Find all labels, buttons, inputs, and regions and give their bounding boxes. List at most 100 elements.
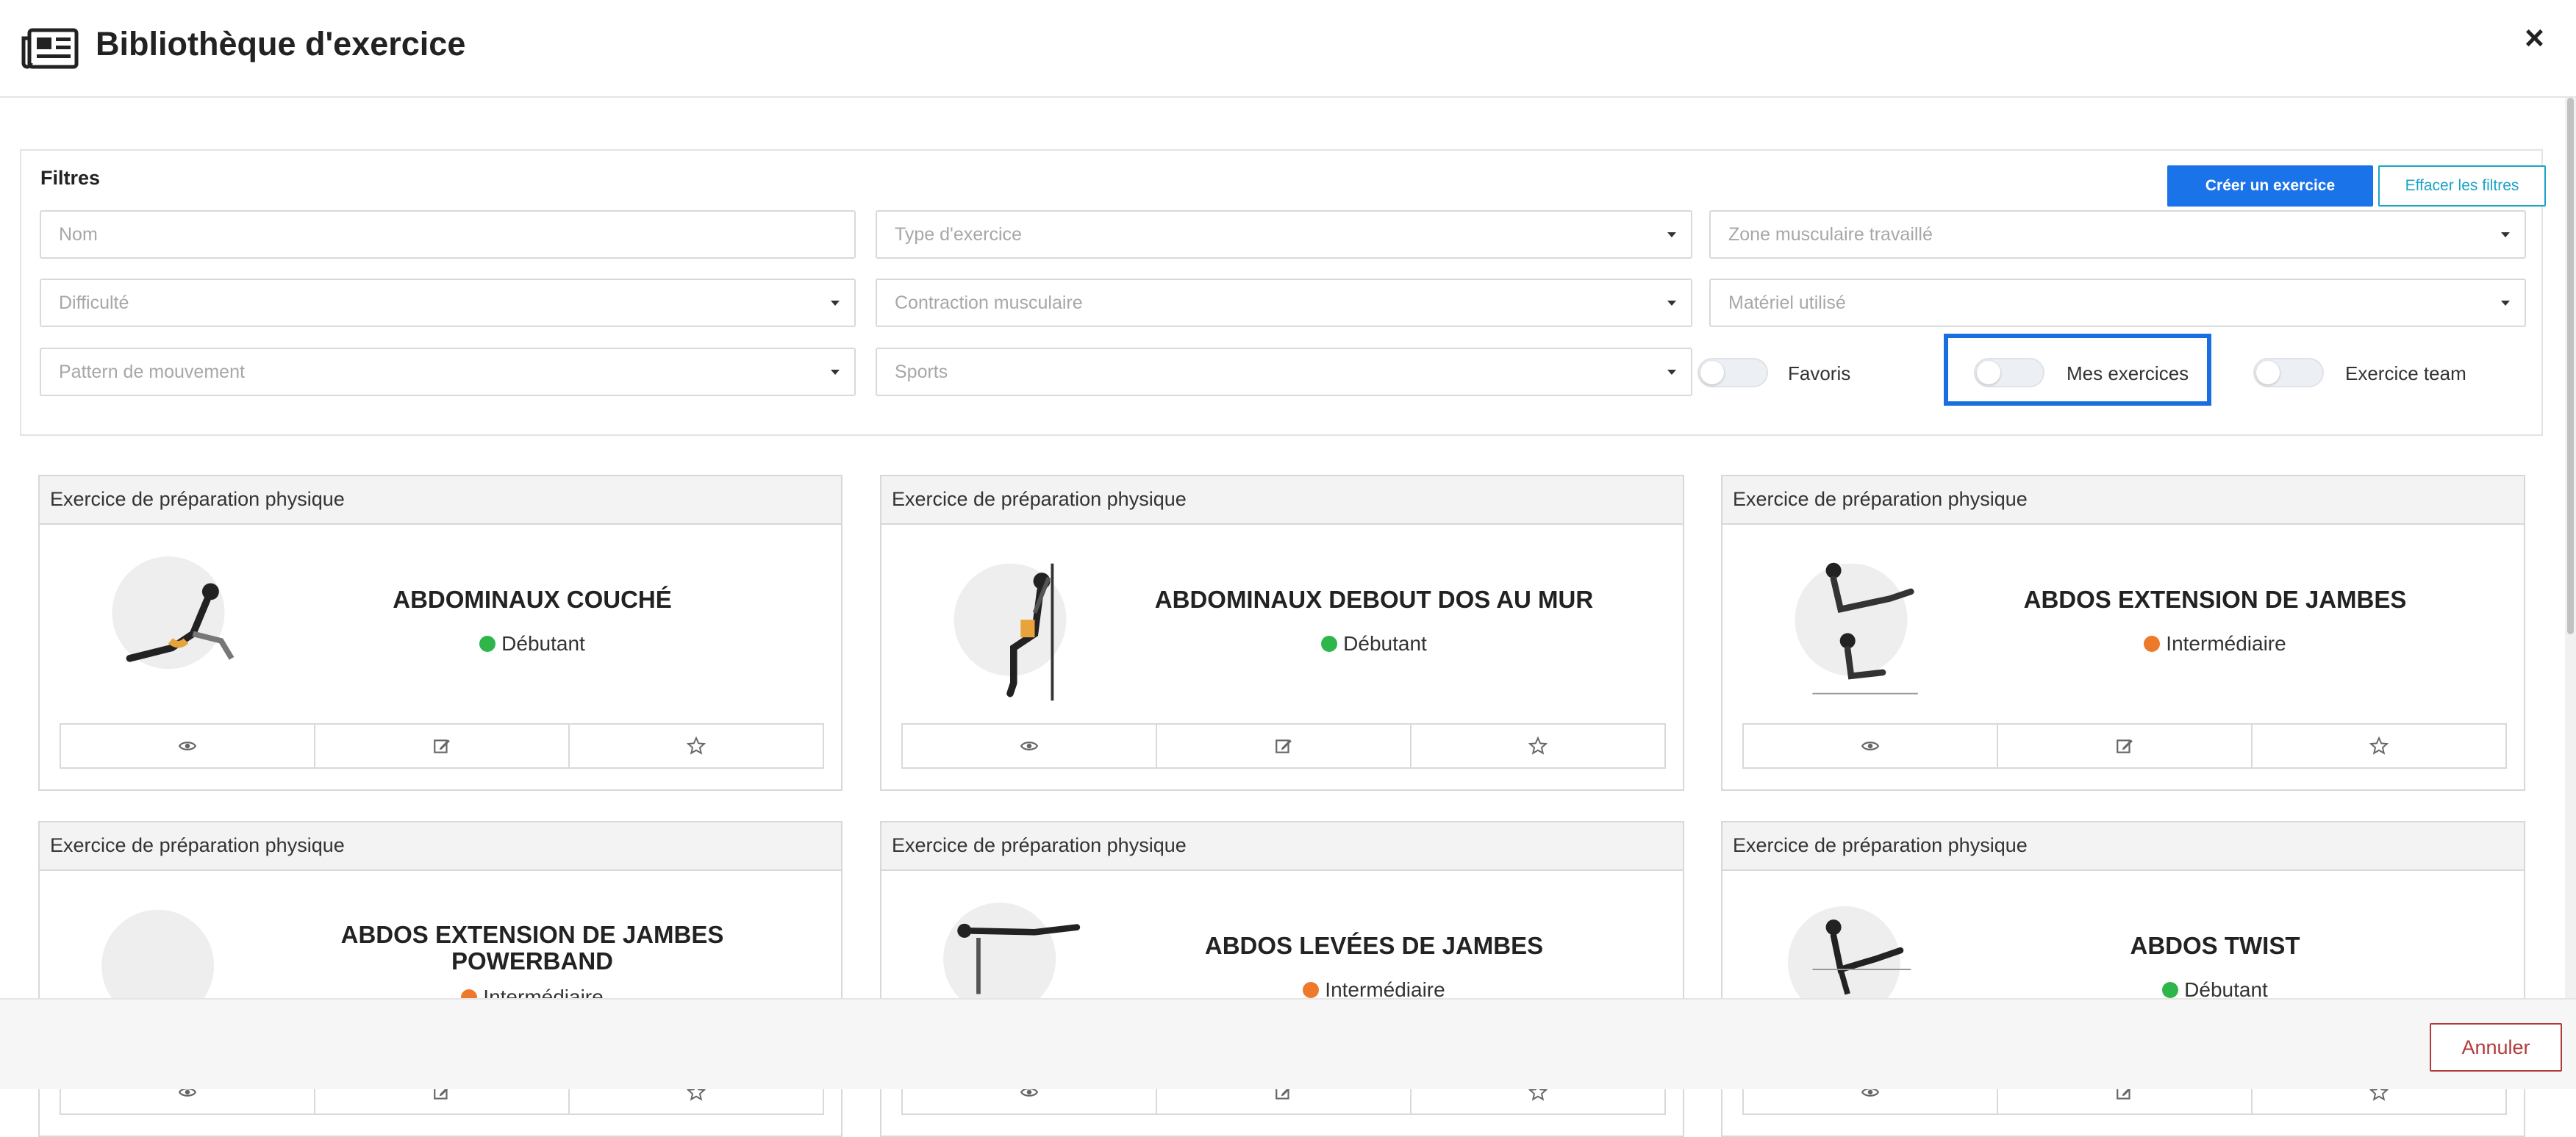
- exercise-name: ABDOS LEVÉES DE JAMBES: [1204, 932, 1544, 959]
- difficulty-dot: [1321, 636, 1338, 652]
- equipment-placeholder: Matériel utilisé: [1728, 293, 1846, 313]
- card-action-star-button[interactable]: [1410, 723, 1666, 769]
- movement-pattern-placeholder: Pattern de mouvement: [59, 362, 245, 382]
- close-icon[interactable]: ×: [2525, 21, 2544, 54]
- exercise-type-select[interactable]: Type d'exercice: [876, 210, 1692, 259]
- exercise-name: ABDOMINAUX COUCHÉ: [393, 586, 672, 613]
- chevron-down-icon: [2501, 301, 2510, 306]
- card-actions: [60, 723, 824, 769]
- modal-header: Bibliothèque d'exercice ×: [0, 0, 2576, 98]
- exercise-type-label: Exercice de préparation physique: [892, 834, 1187, 856]
- name-input[interactable]: [59, 212, 791, 257]
- exercice-team-toggle[interactable]: [2253, 358, 2324, 387]
- favoris-toggle[interactable]: [1697, 358, 1768, 387]
- card-action-edit-button[interactable]: [1997, 723, 2253, 769]
- card-actions: [1742, 723, 2507, 769]
- card-action-edit-button[interactable]: [314, 723, 570, 769]
- edit-icon: [2117, 739, 2133, 753]
- difficulty-label: Intermédiaire: [2166, 632, 2286, 655]
- edit-icon: [434, 739, 450, 753]
- star-icon: [1528, 736, 1548, 755]
- exercise-card: Exercice de préparation physique ABDOS EX…: [38, 821, 842, 1137]
- exercise-type-label: Exercice de préparation physique: [50, 834, 345, 856]
- filters-title: Filtres: [40, 167, 101, 189]
- cancel-button[interactable]: Annuler: [2430, 1023, 2562, 1072]
- difficulty-dot: [1303, 982, 1320, 998]
- difficulty-placeholder: Difficulté: [59, 293, 129, 313]
- card-action-eye-button[interactable]: [901, 723, 1157, 769]
- contraction-select[interactable]: Contraction musculaire: [876, 279, 1692, 327]
- edit-icon: [1276, 739, 1292, 753]
- card-action-star-button[interactable]: [568, 723, 824, 769]
- exercise-name: ABDOMINAUX DEBOUT DOS AU MUR: [1154, 586, 1594, 613]
- card-header: Exercice de préparation physique: [881, 476, 1683, 525]
- sports-select[interactable]: Sports: [876, 348, 1692, 396]
- modal-title: Bibliothèque d'exercice: [96, 25, 466, 62]
- highlight-box: [1944, 334, 2211, 406]
- card-action-edit-button[interactable]: [1156, 723, 1412, 769]
- eye-icon: [1861, 742, 1880, 750]
- card-action-star-button[interactable]: [2251, 723, 2507, 769]
- difficulty-label: Débutant: [1343, 632, 1427, 655]
- sports-placeholder: Sports: [895, 362, 948, 382]
- exercise-card: Exercice de préparation physique ABDOMINA…: [38, 475, 842, 791]
- muscle-zone-placeholder: Zone musculaire travaillé: [1728, 224, 1933, 245]
- difficulty-label: Débutant: [501, 632, 585, 655]
- exercise-type-label: Exercice de préparation physique: [50, 488, 345, 510]
- card-header: Exercice de préparation physique: [40, 476, 841, 525]
- exercise-card: Exercice de préparation physique ABDOMINA…: [880, 475, 1684, 791]
- card-header: Exercice de préparation physique: [881, 822, 1683, 871]
- exercise-illustration: [112, 556, 235, 670]
- exercise-type-label: Exercice de préparation physique: [892, 488, 1187, 510]
- favoris-label: Favoris: [1788, 362, 1851, 384]
- exercise-name: ABDOS EXTENSION DE JAMBES POWERBAND: [340, 921, 724, 975]
- name-field[interactable]: [40, 210, 856, 259]
- chevron-down-icon: [831, 370, 840, 375]
- modal-footer: Annuler: [0, 998, 2576, 1089]
- card-action-eye-button[interactable]: [1742, 723, 1998, 769]
- toggle-knob: [1700, 361, 1724, 384]
- exercise-illustration: [954, 563, 1067, 701]
- difficulty-badge: Intermédiaire: [1943, 632, 2487, 656]
- chevron-down-icon: [1667, 370, 1676, 375]
- difficulty-badge: Débutant: [260, 632, 804, 656]
- exercise-illustration: [1795, 562, 1918, 695]
- exercise-card: Exercice de préparation physique ABDOS TW…: [1721, 821, 2525, 1137]
- contraction-placeholder: Contraction musculaire: [895, 293, 1083, 313]
- newspaper-icon: [21, 28, 79, 69]
- card-header: Exercice de préparation physique: [40, 822, 841, 871]
- exercise-name: ABDOS TWIST: [2130, 932, 2300, 959]
- exercise-type-label: Exercice de préparation physique: [1733, 834, 2028, 856]
- create-exercise-button[interactable]: Créer un exercice: [2167, 165, 2373, 207]
- difficulty-dot: [2144, 636, 2161, 652]
- exercise-card: Exercice de préparation physique ABDOS LE…: [880, 821, 1684, 1137]
- star-icon: [687, 736, 706, 755]
- chevron-down-icon: [2501, 232, 2510, 237]
- card-header: Exercice de préparation physique: [1722, 822, 2524, 871]
- eye-icon: [1020, 742, 1039, 750]
- chevron-down-icon: [1667, 232, 1676, 237]
- exercice-team-label: Exercice team: [2345, 362, 2466, 384]
- clear-filters-button[interactable]: Effacer les filtres: [2378, 165, 2546, 207]
- movement-pattern-select[interactable]: Pattern de mouvement: [40, 348, 856, 396]
- scrollbar-thumb[interactable]: [2567, 98, 2574, 634]
- difficulty-dot: [2162, 982, 2179, 998]
- equipment-select[interactable]: Matériel utilisé: [1709, 279, 2526, 327]
- eye-icon: [178, 742, 197, 750]
- card-action-eye-button[interactable]: [60, 723, 315, 769]
- chevron-down-icon: [831, 301, 840, 306]
- card-actions: [901, 723, 1666, 769]
- difficulty-badge: Débutant: [1102, 632, 1646, 656]
- chevron-down-icon: [1667, 301, 1676, 306]
- exercise-name: ABDOS EXTENSION DE JAMBES: [2023, 586, 2407, 613]
- difficulty-select[interactable]: Difficulté: [40, 279, 856, 327]
- exercise-card: Exercice de préparation physique ABDOS EX…: [1721, 475, 2525, 791]
- card-header: Exercice de préparation physique: [1722, 476, 2524, 525]
- difficulty-dot: [479, 636, 496, 652]
- star-icon: [2369, 736, 2389, 755]
- vertical-scrollbar[interactable]: [2565, 98, 2576, 998]
- toggle-knob: [2256, 361, 2280, 384]
- muscle-zone-select[interactable]: Zone musculaire travaillé: [1709, 210, 2526, 259]
- exercise-type-placeholder: Type d'exercice: [895, 224, 1022, 245]
- exercise-type-label: Exercice de préparation physique: [1733, 488, 2028, 510]
